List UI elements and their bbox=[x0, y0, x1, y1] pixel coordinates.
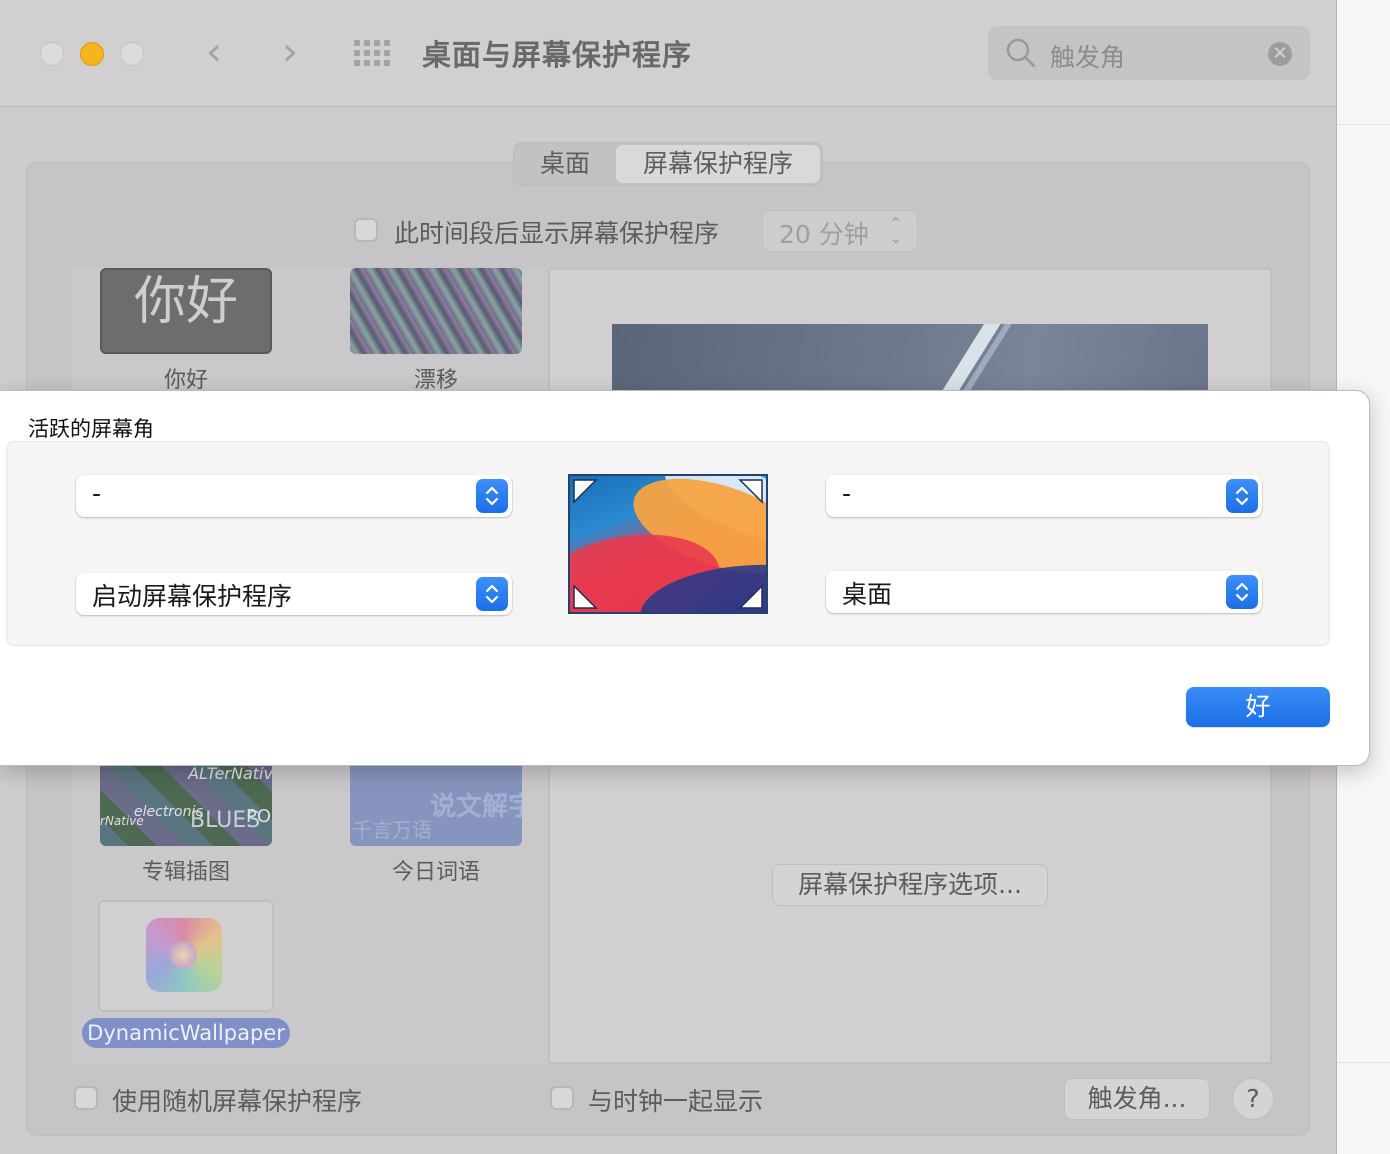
show-all-grid-icon[interactable] bbox=[354, 40, 390, 66]
hot-corners-button[interactable]: 触发角... bbox=[1064, 1078, 1210, 1120]
show-with-clock-checkbox[interactable] bbox=[550, 1086, 574, 1110]
window-title: 桌面与屏幕保护程序 bbox=[422, 38, 693, 72]
top-right-corner-value: - bbox=[842, 479, 852, 508]
start-after-value: 20 分钟 bbox=[779, 220, 869, 249]
search-text: 触发角 bbox=[1050, 43, 1126, 72]
search-icon bbox=[1006, 38, 1036, 68]
thumbnail-hello[interactable]: 你好 bbox=[100, 268, 272, 354]
thumbnail-dynamicwallpaper[interactable] bbox=[98, 900, 274, 1012]
start-after-label: 此时间段后显示屏幕保护程序 bbox=[394, 219, 720, 248]
minimize-button[interactable] bbox=[80, 42, 104, 66]
bottom-left-corner-value: 启动屏幕保护程序 bbox=[92, 582, 293, 611]
title-bar: ‹ › 桌面与屏幕保护程序 触发角 ✕ bbox=[0, 0, 1336, 107]
thumbnail-label: 今日词语 bbox=[391, 860, 480, 885]
hello-thumbnail-text: 你好 bbox=[133, 272, 238, 332]
tab-bar: 桌面 屏幕保护程序 bbox=[513, 142, 823, 186]
swirl-app-icon bbox=[146, 918, 222, 992]
screen-corners-preview-image bbox=[568, 474, 768, 614]
corner-arrows-icon bbox=[573, 479, 763, 609]
bottom-right-corner-popup[interactable]: 桌面 bbox=[826, 571, 1262, 613]
ok-button[interactable]: 好 bbox=[1186, 687, 1330, 727]
back-chevron-icon[interactable]: ‹ bbox=[194, 30, 234, 76]
zoom-button[interactable] bbox=[120, 42, 144, 66]
screensaver-options-button[interactable]: 屏幕保护程序选项... bbox=[772, 864, 1048, 906]
thumbnail-label: 专辑插图 bbox=[141, 860, 230, 885]
forward-chevron-icon[interactable]: › bbox=[270, 30, 310, 76]
tab-desktop[interactable]: 桌面 bbox=[514, 143, 616, 185]
up-down-arrows-icon bbox=[476, 479, 508, 513]
bottom-left-corner-popup[interactable]: 启动屏幕保护程序 bbox=[76, 573, 512, 615]
bottom-right-corner-value: 桌面 bbox=[842, 580, 893, 609]
top-left-corner-value: - bbox=[92, 479, 102, 508]
up-down-arrows-icon: ⌃ ⌄ bbox=[889, 214, 903, 247]
help-button[interactable]: ? bbox=[1232, 1078, 1274, 1120]
sheet-heading: 活跃的屏幕角 bbox=[28, 417, 154, 441]
thumbnail-drift[interactable] bbox=[350, 268, 522, 354]
start-after-checkbox[interactable] bbox=[354, 218, 378, 242]
clear-search-icon[interactable]: ✕ bbox=[1268, 42, 1292, 66]
start-after-popup[interactable]: 20 分钟 ⌃ ⌄ bbox=[762, 210, 918, 252]
random-screensaver-label: 使用随机屏幕保护程序 bbox=[112, 1087, 363, 1116]
thumbnail-word-of-the-day[interactable]: 说文解字 千言万语 bbox=[350, 760, 522, 846]
thumbnail-label-selected: DynamicWallpaper bbox=[82, 1018, 290, 1048]
up-down-arrows-icon bbox=[1226, 575, 1258, 609]
search-field[interactable]: 触发角 ✕ bbox=[988, 26, 1310, 80]
show-with-clock-label: 与时钟一起显示 bbox=[588, 1087, 764, 1116]
tab-screensaver[interactable]: 屏幕保护程序 bbox=[616, 145, 820, 183]
up-down-arrows-icon bbox=[1226, 479, 1258, 513]
top-right-corner-popup[interactable]: - bbox=[826, 475, 1262, 517]
thumbnail-album-artwork[interactable]: ALTerNative electronic BLUES POP rNative bbox=[100, 760, 272, 846]
random-screensaver-checkbox[interactable] bbox=[74, 1086, 98, 1110]
up-down-arrows-icon bbox=[476, 577, 508, 611]
close-button[interactable] bbox=[40, 42, 64, 66]
top-left-corner-popup[interactable]: - bbox=[76, 475, 512, 517]
